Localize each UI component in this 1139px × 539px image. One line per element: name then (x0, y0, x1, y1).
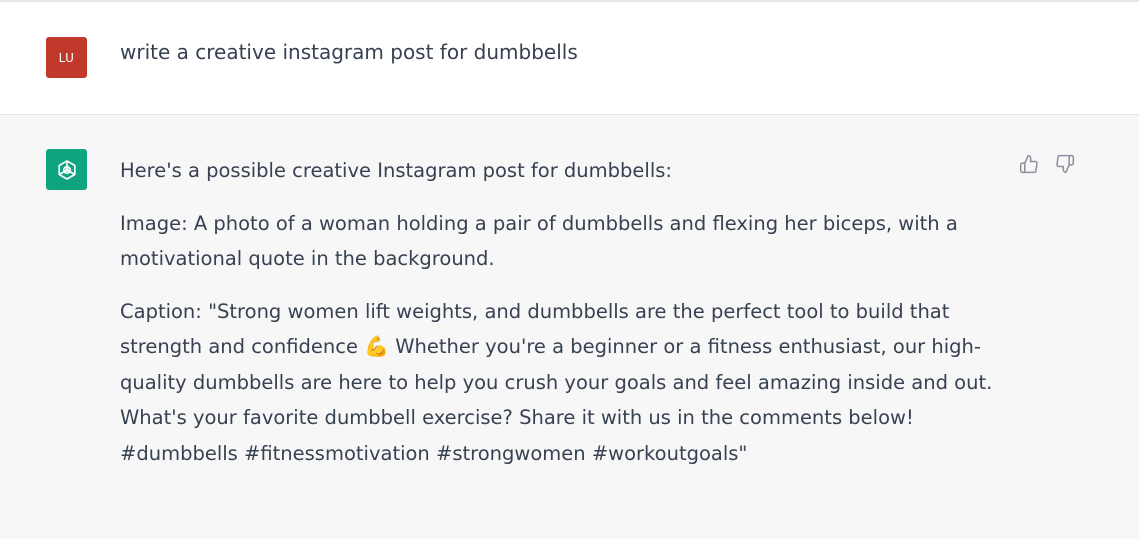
thumbs-down-button[interactable] (1054, 153, 1076, 175)
thumbs-up-button[interactable] (1018, 153, 1040, 175)
thumbs-down-icon (1056, 154, 1075, 174)
openai-logo-icon (57, 159, 76, 180)
user-avatar: LU (46, 37, 87, 78)
feedback-buttons (1018, 153, 1076, 175)
user-message-row: LU write a creative instagram post for d… (0, 2, 1139, 115)
assistant-caption: Caption: "Strong women lift weights, and… (120, 294, 1010, 472)
thumbs-up-icon (1019, 154, 1038, 174)
assistant-intro: Here's a possible creative Instagram pos… (120, 159, 672, 182)
assistant-image-line: Image: A photo of a woman holding a pair… (120, 211, 958, 271)
flexed-biceps-emoji: 💪 (364, 334, 390, 358)
assistant-message: Here's a possible creative Instagram pos… (120, 153, 1010, 488)
assistant-avatar (46, 149, 87, 190)
assistant-message-row: Here's a possible creative Instagram pos… (0, 115, 1139, 539)
user-message-text: write a creative instagram post for dumb… (120, 40, 578, 64)
